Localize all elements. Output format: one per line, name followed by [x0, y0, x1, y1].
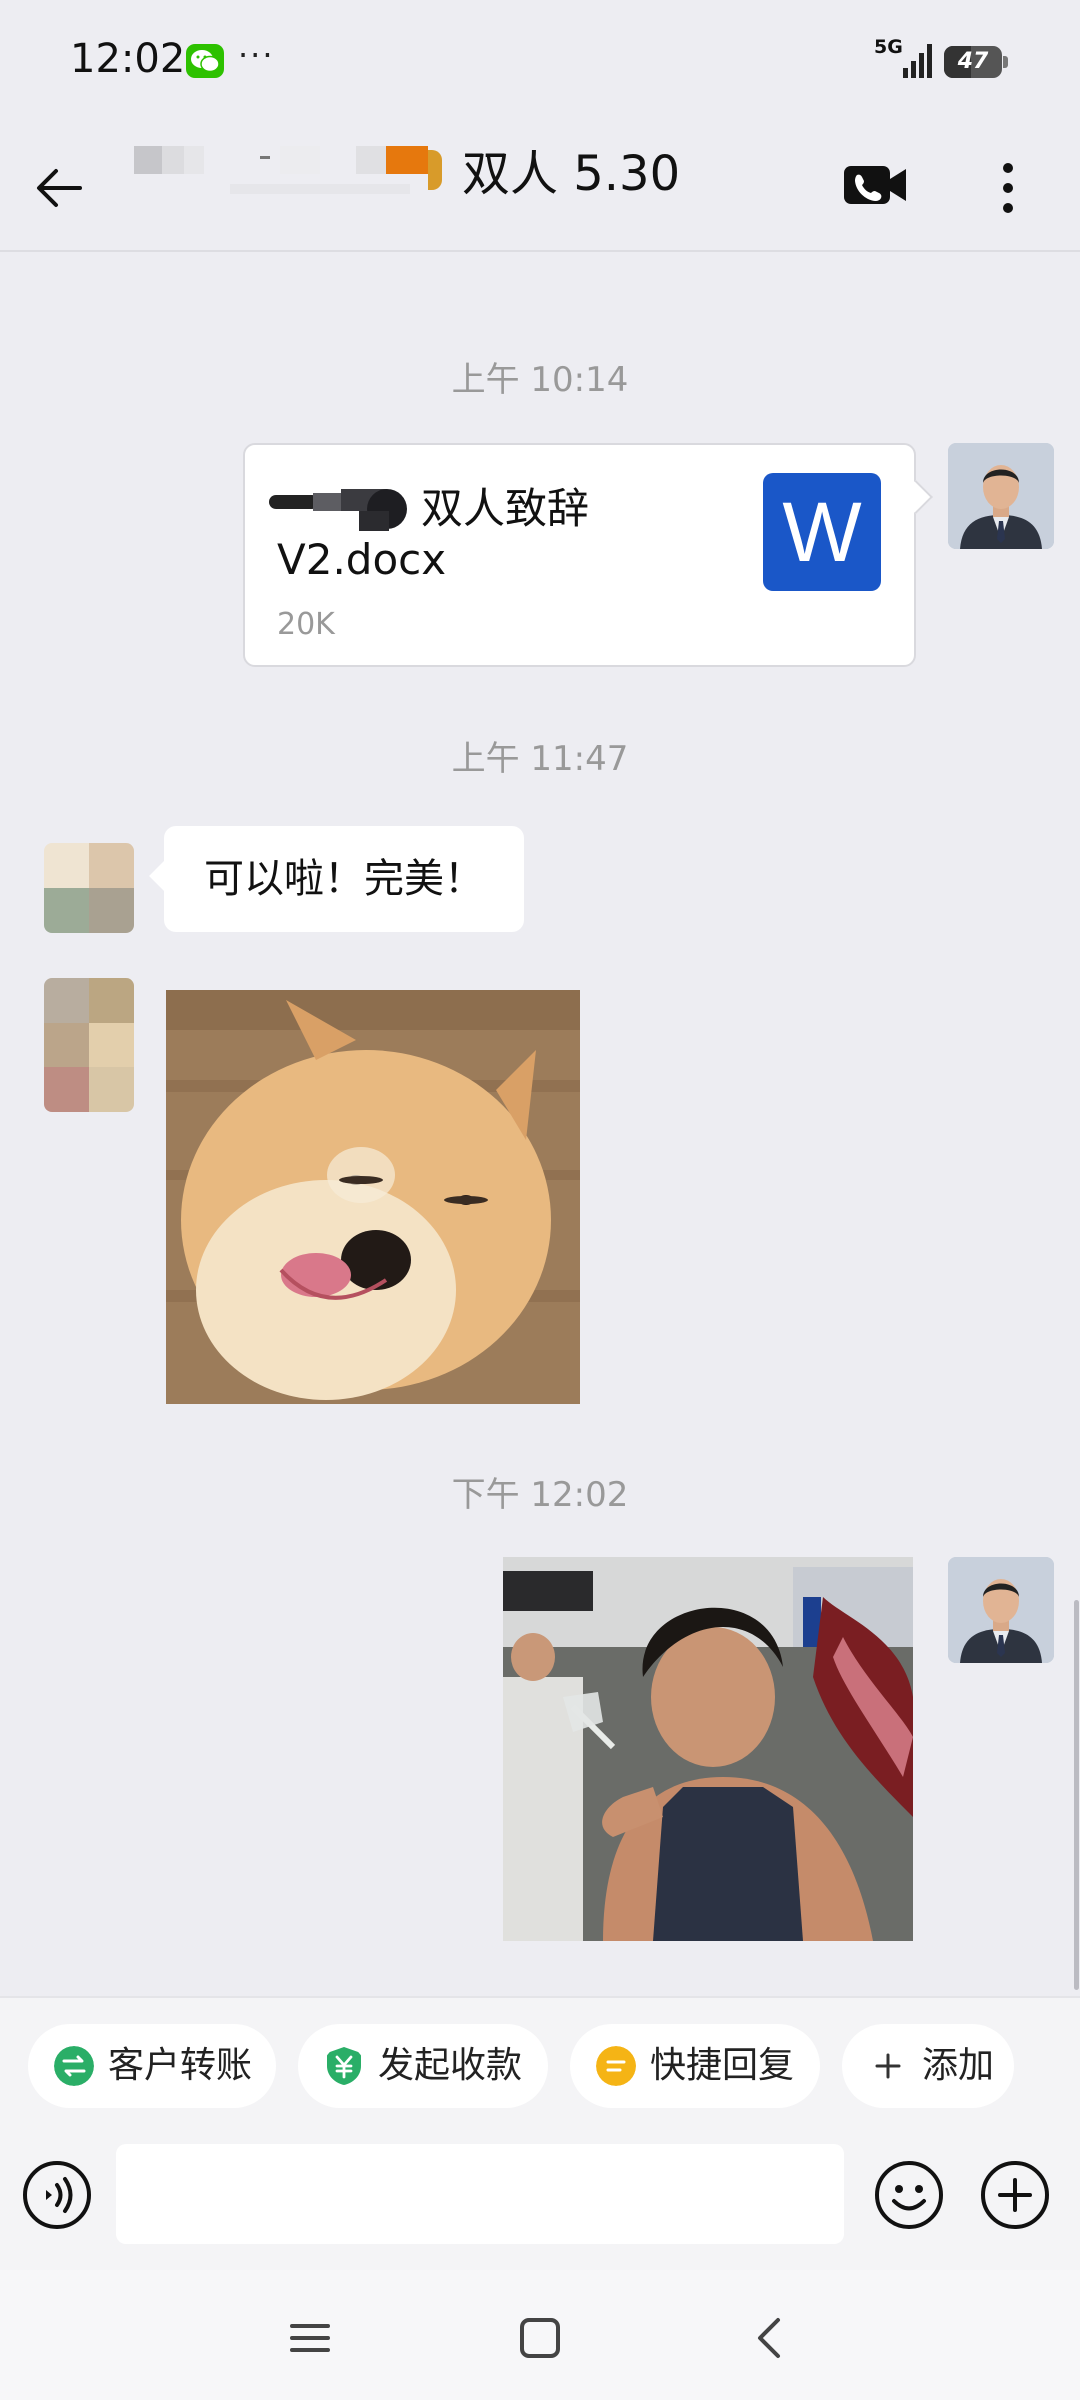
- more-functions-button[interactable]: [980, 2160, 1050, 2230]
- signal-icon: [903, 44, 932, 78]
- plus-icon: [875, 2053, 901, 2079]
- quick-action-bar: 客户转账 发起收款 快捷回复 添加: [0, 1996, 1080, 2132]
- chip-label: 添加: [922, 2045, 995, 2086]
- message-timestamp: 下午 12:02: [451, 1475, 629, 1515]
- file-message[interactable]: 双人致辞 V2.docx 20K W: [243, 443, 933, 667]
- battery-level: 47: [957, 49, 989, 74]
- man-drinking-sticker[interactable]: [503, 1557, 913, 1941]
- wechat-icon: [186, 44, 224, 78]
- input-bar: [0, 2132, 1080, 2270]
- quick-reply-icon: [596, 2046, 636, 2086]
- status-time: 12:02: [70, 36, 186, 82]
- network-type: 5G: [874, 36, 903, 58]
- chip-label: 发起收款: [378, 2045, 523, 2086]
- chat-title: 双人 5.30: [462, 146, 681, 202]
- message-input[interactable]: [116, 2144, 844, 2244]
- scrollbar[interactable]: [1074, 1600, 1079, 1990]
- my-avatar[interactable]: [948, 1557, 1054, 1663]
- chip-label: 客户转账: [108, 2045, 253, 2086]
- my-avatar[interactable]: [948, 443, 1054, 549]
- status-bar: 12:02 ··· 5G 47: [0, 0, 1080, 120]
- message-timestamp: 上午 11:47: [451, 739, 629, 779]
- recent-apps-button[interactable]: [280, 2308, 340, 2368]
- quick-reply-button[interactable]: 快捷回复: [570, 2024, 820, 2108]
- message-timestamp: 上午 10:14: [451, 360, 629, 400]
- yuan-shield-icon: [327, 2047, 361, 2085]
- redacted-filename: [269, 489, 407, 531]
- voice-input-button[interactable]: [22, 2160, 92, 2230]
- shiba-dog-sticker[interactable]: [166, 990, 580, 1404]
- file-name-line2: V2.docx: [277, 535, 447, 584]
- transfer-icon: [54, 2046, 94, 2086]
- system-nav-bar: [0, 2270, 1080, 2400]
- add-quick-action-button[interactable]: 添加: [842, 2024, 1014, 2108]
- contact-avatar[interactable]: [44, 978, 134, 1112]
- battery-icon: 47: [944, 46, 1008, 78]
- text-message[interactable]: 可以啦！完美！: [149, 826, 524, 932]
- notification-more-icon: ···: [238, 36, 275, 74]
- contact-avatar[interactable]: [44, 843, 134, 933]
- chip-label: 快捷回复: [650, 2045, 795, 2086]
- request-payment-button[interactable]: 发起收款: [298, 2024, 548, 2108]
- video-call-button[interactable]: [842, 160, 908, 210]
- redacted-title: [130, 134, 460, 204]
- system-back-button[interactable]: [740, 2308, 800, 2368]
- customer-transfer-button[interactable]: 客户转账: [28, 2024, 276, 2108]
- back-button[interactable]: [30, 158, 90, 218]
- home-button[interactable]: [510, 2308, 570, 2368]
- file-size: 20K: [277, 607, 335, 642]
- text-message-content: 可以啦！完美！: [204, 856, 484, 902]
- file-name-line1: 双人致辞: [421, 484, 590, 533]
- more-menu-button[interactable]: [990, 158, 1026, 218]
- word-document-icon: W: [763, 473, 881, 591]
- emoji-button[interactable]: [874, 2160, 944, 2230]
- chat-header: 双人 5.30: [0, 120, 1080, 252]
